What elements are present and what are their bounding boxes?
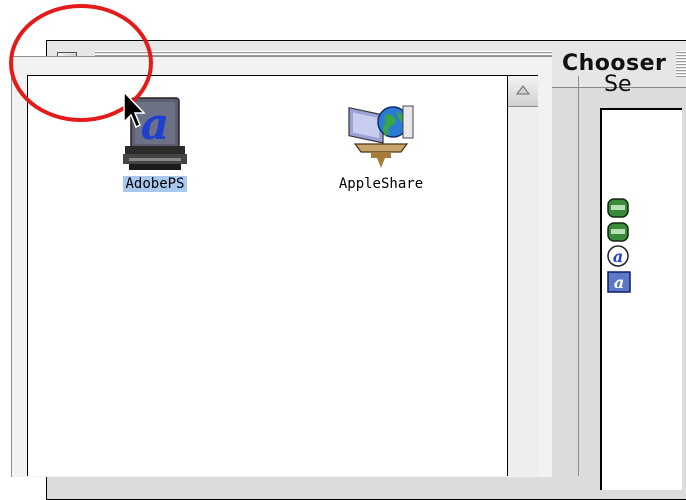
right-panel: Se a a xyxy=(566,56,682,490)
mouse-pointer-icon xyxy=(123,90,146,129)
svg-text:a: a xyxy=(614,273,624,292)
scroll-up-arrow-icon xyxy=(516,85,530,95)
svg-text:a: a xyxy=(613,247,623,266)
panel-divider xyxy=(578,76,579,476)
vertical-scrollbar[interactable] xyxy=(507,75,538,476)
selector-list[interactable]: a a xyxy=(600,108,682,490)
printer-selected-icon: a xyxy=(607,271,631,293)
device-appleshare[interactable]: AppleShare xyxy=(306,92,456,192)
device-label-appleshare: AppleShare xyxy=(338,176,424,192)
server-icon xyxy=(607,222,629,242)
server-icon xyxy=(607,198,629,218)
device-label-adobeps: AdobePS xyxy=(123,176,187,192)
scroll-up-button[interactable] xyxy=(508,76,538,107)
device-list[interactable]: a AdobePS AppleShare xyxy=(27,75,508,476)
adobeps-small-icon: a xyxy=(607,245,629,267)
select-label: Se xyxy=(604,72,632,97)
appleshare-icon xyxy=(348,105,414,168)
device-adobeps[interactable]: a AdobePS xyxy=(80,92,230,192)
